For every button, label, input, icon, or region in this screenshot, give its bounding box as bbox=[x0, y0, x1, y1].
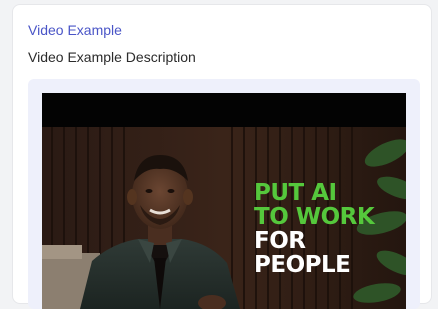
headline-line-3: FOR bbox=[254, 228, 306, 254]
video-player[interactable]: PUT AI TO WORK FOR PEOPLE bbox=[42, 93, 406, 309]
video-headline: PUT AI TO WORK FOR PEOPLE bbox=[254, 180, 375, 278]
headline-line-2: TO WORK bbox=[254, 204, 375, 230]
video-description: Video Example Description bbox=[28, 49, 196, 65]
video-title-link[interactable]: Video Example bbox=[28, 22, 122, 38]
video-container: PUT AI TO WORK FOR PEOPLE bbox=[28, 79, 420, 309]
headline-line-4: PEOPLE bbox=[254, 252, 351, 278]
video-card: Video Example Video Example Description bbox=[12, 4, 432, 309]
headline-line-1: PUT AI bbox=[254, 180, 337, 206]
